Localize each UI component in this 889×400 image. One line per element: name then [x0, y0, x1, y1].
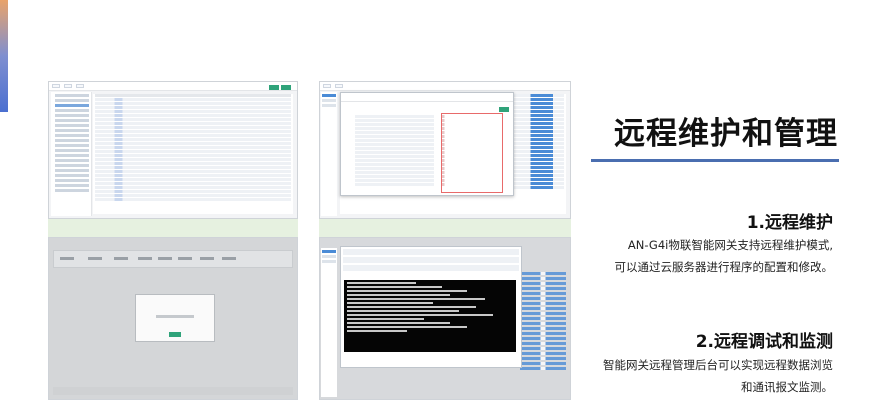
tree-node	[55, 119, 89, 122]
screenshot-device-modal	[319, 81, 571, 219]
modal-header	[341, 93, 513, 102]
mini-tree	[51, 92, 92, 216]
screenshot-tabs-dialog	[48, 237, 298, 400]
table-row	[95, 142, 291, 145]
mini-tabbar	[53, 250, 293, 268]
table-row	[95, 126, 291, 129]
modal-ok-button	[499, 107, 509, 112]
mini-table	[93, 85, 293, 214]
mini-tab	[323, 84, 331, 88]
table-row	[95, 94, 291, 97]
mini-modal	[340, 92, 514, 196]
mini-topbar	[320, 82, 570, 91]
tree-node	[55, 174, 89, 177]
mini-tab	[64, 84, 72, 88]
tree-node	[55, 164, 89, 167]
mini-sidebar	[321, 92, 337, 216]
table-row	[95, 170, 291, 173]
tree-node	[55, 99, 89, 102]
tree-node	[55, 189, 89, 192]
table-row	[95, 138, 291, 141]
body-line: 智能网关远程管理后台可以实现远程数据浏览	[603, 358, 833, 372]
tree-node	[55, 149, 89, 152]
dialog-ok-button	[169, 332, 181, 337]
table-row	[95, 98, 291, 101]
highlight-box	[441, 113, 503, 193]
green-strip	[319, 218, 571, 237]
table-row	[95, 110, 291, 113]
tree-node	[55, 159, 89, 162]
sidebar-item	[322, 104, 336, 107]
tree-node	[55, 179, 89, 182]
table-row	[95, 190, 291, 193]
title-underline	[591, 159, 839, 162]
page-title: 远程维护和管理	[614, 116, 838, 152]
green-strip	[48, 218, 298, 237]
tree-node	[55, 169, 89, 172]
mini-dialog	[135, 294, 215, 342]
sidebar-item	[322, 260, 336, 263]
tree-node	[55, 139, 89, 142]
body-line: 和通讯报文监测。	[741, 380, 833, 394]
terminal-output	[344, 280, 516, 352]
table-row	[95, 166, 291, 169]
screenshot-config-table	[48, 81, 298, 219]
mini-sidebar	[321, 248, 337, 397]
table-row	[95, 174, 291, 177]
tree-node	[55, 134, 89, 137]
tree-node	[55, 114, 89, 117]
mini-tab	[52, 84, 60, 88]
table-row	[95, 122, 291, 125]
table-row	[95, 186, 291, 189]
tree-node	[55, 144, 89, 147]
table-row	[95, 154, 291, 157]
table-row	[95, 102, 291, 105]
table-row	[95, 198, 291, 201]
sidebar-item	[322, 255, 336, 258]
tree-node	[55, 109, 89, 112]
mini-grid	[520, 272, 566, 393]
table-row	[95, 130, 291, 133]
table-row	[95, 158, 291, 161]
table-row	[95, 106, 291, 109]
section-body-remote-debug: 智能网关远程管理后台可以实现远程数据浏览 和通讯报文监测。	[573, 354, 833, 398]
table-row	[95, 114, 291, 117]
table-row	[95, 134, 291, 137]
table-row	[95, 162, 291, 165]
section-heading-remote-maintenance: 1.远程维护	[746, 213, 833, 233]
table-row	[95, 146, 291, 149]
accent-bar	[0, 0, 8, 112]
body-line: AN-G4i物联智能网关支持远程维护模式,	[627, 238, 833, 252]
mini-topbar	[49, 82, 297, 91]
sidebar-item	[322, 94, 336, 97]
body-line: 可以通过云服务器进行程序的配置和修改。	[614, 260, 834, 274]
mini-tab	[76, 84, 84, 88]
table-row	[95, 118, 291, 121]
tree-node	[55, 124, 89, 127]
tree-node	[55, 104, 89, 107]
section-body-remote-maintenance: AN-G4i物联智能网关支持远程维护模式, 可以通过云服务器进行程序的配置和修改…	[573, 234, 834, 278]
table-row	[95, 178, 291, 181]
sidebar-item	[322, 99, 336, 102]
tree-node	[55, 154, 89, 157]
sidebar-item	[322, 250, 336, 253]
table-row	[95, 150, 291, 153]
tree-node	[55, 184, 89, 187]
mini-buttons	[269, 85, 291, 90]
mini-footer	[53, 387, 293, 395]
table-row	[95, 194, 291, 197]
tree-node	[55, 94, 89, 97]
tree-node	[55, 129, 89, 132]
table-row	[95, 182, 291, 185]
mini-tab	[335, 84, 343, 88]
section-heading-remote-debug: 2.远程调试和监测	[695, 332, 833, 352]
screenshot-terminal	[319, 237, 571, 400]
